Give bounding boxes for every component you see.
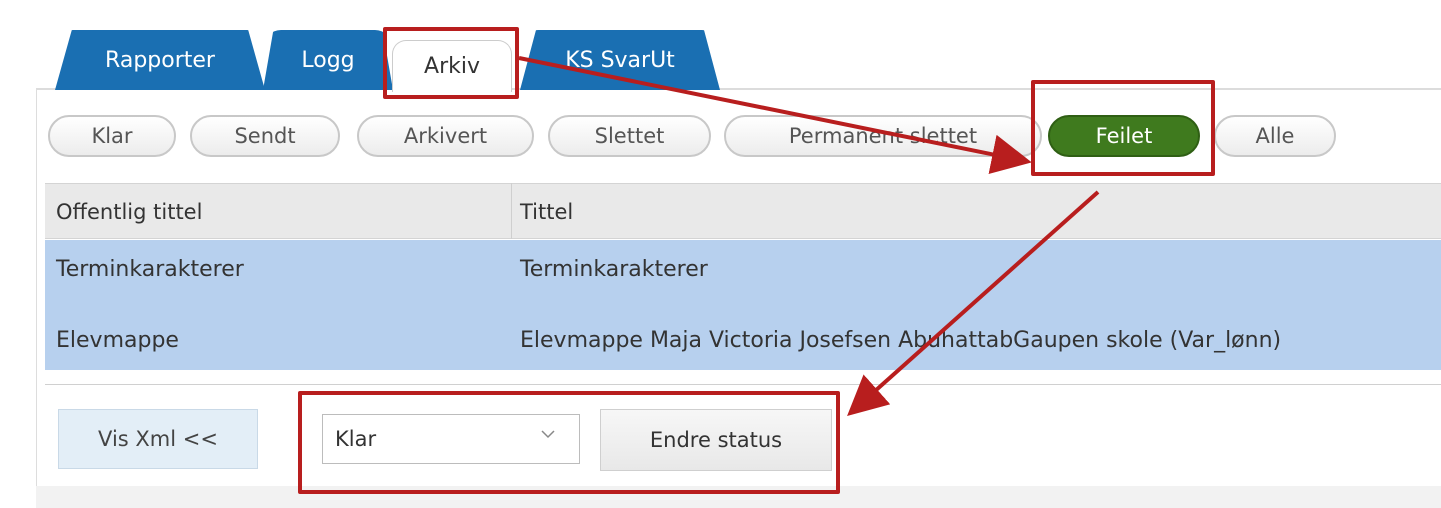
table-cell[interactable]: Terminkarakterer (56, 257, 244, 282)
annotation-box-arkiv (383, 27, 519, 99)
column-header-offentlig-tittel[interactable]: Offentlig tittel (56, 200, 202, 224)
tab-rapporter[interactable]: Rapporter (55, 30, 265, 90)
filter-sendt[interactable]: Sendt (190, 115, 340, 157)
filter-permanent-slettet[interactable]: Permanent slettet (724, 115, 1042, 157)
filter-alle[interactable]: Alle (1214, 115, 1336, 157)
annotation-box-status (298, 391, 840, 494)
table-cell[interactable]: Elevmappe (56, 328, 179, 353)
column-header-tittel[interactable]: Tittel (520, 200, 573, 224)
table-header (45, 183, 1441, 239)
annotation-box-feilet (1031, 80, 1215, 176)
tab-logg[interactable]: Logg (263, 30, 393, 90)
column-divider (511, 183, 512, 239)
divider (45, 384, 1441, 385)
filter-slettet[interactable]: Slettet (548, 115, 711, 157)
vis-xml-button[interactable]: Vis Xml << (58, 409, 258, 469)
table-cell[interactable]: Elevmappe Maja Victoria Josefsen Abuhatt… (520, 328, 1281, 353)
filter-klar[interactable]: Klar (48, 115, 176, 157)
tab-ks-svarut[interactable]: KS SvarUt (520, 30, 720, 90)
table-cell[interactable]: Terminkarakterer (520, 257, 708, 282)
filter-arkivert[interactable]: Arkivert (357, 115, 534, 157)
